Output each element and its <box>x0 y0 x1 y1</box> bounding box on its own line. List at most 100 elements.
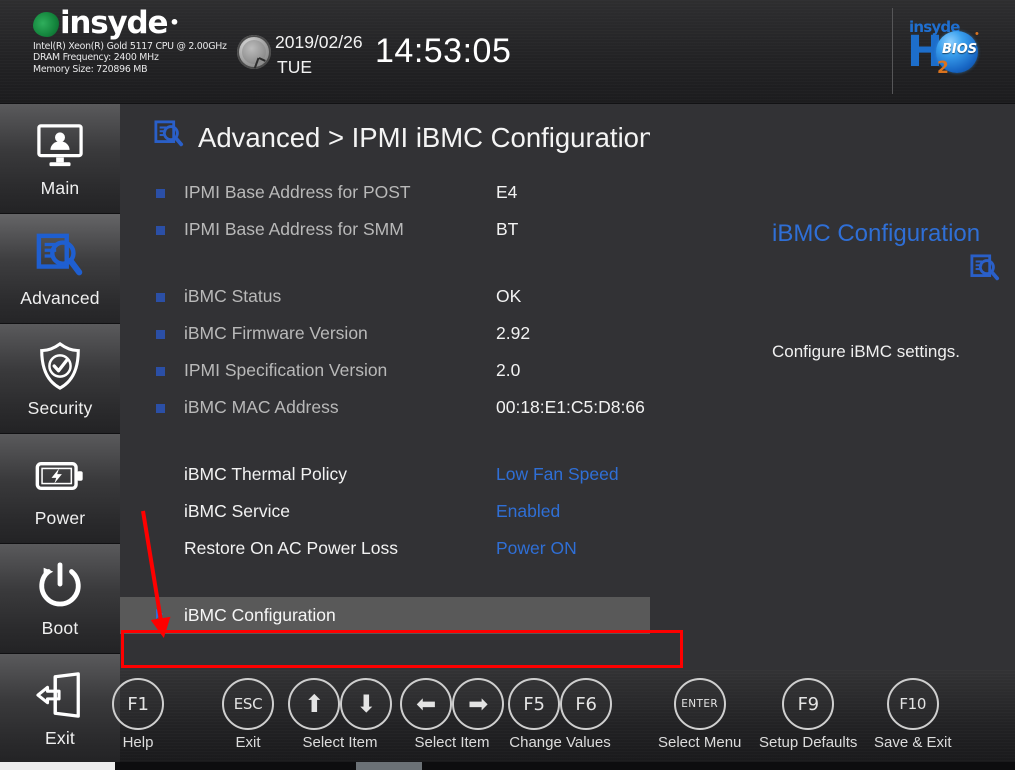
help-description: Configure iBMC settings. <box>772 342 961 361</box>
fkey-group-select-menu[interactable]: ENTER Select Menu <box>658 678 741 751</box>
clock-hour-hand <box>258 57 266 62</box>
function-key-circle[interactable]: ⬆ <box>288 678 340 730</box>
row-label: iBMC Service <box>184 501 290 521</box>
bios-setup-screen: insyde • Intel(R) Xeon(R) Gold 5117 CPU @… <box>0 0 1015 770</box>
bullet-icon <box>156 226 165 235</box>
function-key-circle[interactable]: F1 <box>112 678 164 730</box>
h2o-bios-text: BIOS <box>942 42 978 57</box>
help-panel: iBMC Configuration Configure iBMC settin… <box>650 104 1015 670</box>
key-label: F5 <box>523 693 545 715</box>
function-key-circle[interactable]: ➡ <box>452 678 504 730</box>
bullet-icon <box>156 367 165 376</box>
row-label: iBMC Configuration <box>184 605 336 625</box>
fkey-group-select-item[interactable]: ⬆ ⬇ Select Item <box>288 678 392 751</box>
document-search-icon <box>970 254 1000 289</box>
fkey-keys: ⬅ ➡ <box>400 678 504 730</box>
row-label: iBMC Thermal Policy <box>184 464 348 484</box>
arrow-key-glyph: ⬅ <box>416 690 436 718</box>
function-key-circle[interactable]: F6 <box>560 678 612 730</box>
sidebar-item-boot[interactable]: Boot <box>0 544 120 654</box>
monitor-user-icon <box>0 120 120 172</box>
clock-icon <box>237 35 271 69</box>
sidebar-item-label: Advanced <box>20 288 100 308</box>
document-search-icon <box>154 120 184 155</box>
row-value: 2.92 <box>496 323 531 343</box>
sidebar-item-security[interactable]: Security <box>0 324 120 434</box>
fkey-group-exit[interactable]: ESC Exit <box>222 678 274 751</box>
bullet-icon <box>156 404 165 413</box>
fkey-group-select-item[interactable]: ⬅ ➡ Select Item <box>400 678 504 751</box>
sidebar-item-label: Power <box>34 508 86 528</box>
fkey-group-save-exit[interactable]: F10 Save & Exit <box>874 678 952 751</box>
fkey-keys: ⬆ ⬇ <box>288 678 392 730</box>
row-value: BT <box>496 219 519 239</box>
fkey-group-help[interactable]: F1 Help <box>112 678 164 751</box>
system-time: 14:53:05 <box>375 32 512 70</box>
insyde-brand-logo: insyde • Intel(R) Xeon(R) Gold 5117 CPU @… <box>33 7 263 75</box>
system-date: 2019/02/26 <box>275 32 363 52</box>
sidebar-menu: Main Advanced Security Power Boot Exit <box>0 104 120 770</box>
function-key-circle[interactable]: F5 <box>508 678 560 730</box>
sidebar-item-label: Exit <box>45 728 75 748</box>
function-key-circle[interactable]: F10 <box>886 678 939 730</box>
insyde-h2o-bios-logo: insyde H BIOS 2 • <box>892 8 997 94</box>
fkey-group-change-values[interactable]: F5 F6 Change Values <box>508 678 612 751</box>
battery-bolt-icon <box>0 450 120 502</box>
clock-face <box>242 40 266 69</box>
chevron-right-icon <box>156 609 163 619</box>
help-title: iBMC Configuration <box>772 220 981 247</box>
arrow-key-glyph: ⬇ <box>356 690 376 718</box>
row-value: 00:18:E1:C5:D8:66 <box>496 397 645 417</box>
breadcrumb-text: Advanced > IPMI iBMC Configuration <box>198 121 655 153</box>
row-label: iBMC MAC Address <box>184 397 339 417</box>
row-label: Restore On AC Power Loss <box>184 538 398 558</box>
fkey-label: Save & Exit <box>874 734 952 751</box>
datetime-group: 2019/02/26 TUE 14:53:05 <box>237 30 617 85</box>
row-value: E4 <box>496 182 518 202</box>
fkey-keys: F1 <box>112 678 164 730</box>
fkey-keys: ESC <box>222 678 274 730</box>
function-key-circle[interactable]: ⬇ <box>340 678 392 730</box>
bottom-strip-left <box>0 762 115 770</box>
fkey-label: Help <box>122 734 154 751</box>
bullet-icon <box>156 293 165 302</box>
key-label: ESC <box>233 695 263 713</box>
system-info-text: Intel(R) Xeon(R) Gold 5117 CPU @ 2.00GHz… <box>33 41 227 75</box>
function-key-circle[interactable]: ESC <box>222 678 274 730</box>
sidebar-item-main[interactable]: Main <box>0 104 120 214</box>
fkey-label: Select Item <box>414 734 490 751</box>
h2o-trademark-dot: • <box>975 28 979 40</box>
clock-minute-hand <box>254 57 260 69</box>
fkey-group-setup-defaults[interactable]: F9 Setup Defaults <box>759 678 857 751</box>
function-key-circle[interactable]: ⬅ <box>400 678 452 730</box>
row-value[interactable]: Enabled <box>496 501 560 522</box>
bullet-icon <box>156 189 165 198</box>
key-label: F10 <box>899 695 927 713</box>
arrow-key-glyph: ⬆ <box>304 690 324 718</box>
submenu-row[interactable]: iBMC Configuration <box>120 597 740 634</box>
bottom-scrollbar-thumb[interactable] <box>356 762 422 770</box>
sidebar-item-power[interactable]: Power <box>0 434 120 544</box>
fkey-keys: F10 <box>886 678 939 730</box>
function-key-bar: F1 Help ESC Exit ⬆ ⬇ Select Item ⬅ ➡ Select Item F… <box>112 670 1015 762</box>
row-label: iBMC Status <box>184 286 282 306</box>
row-value: OK <box>496 286 522 306</box>
breadcrumb: Advanced > IPMI iBMC Configuration <box>154 120 654 155</box>
row-value[interactable]: Power ON <box>496 538 577 559</box>
insyde-brand-text: insyde <box>60 5 169 41</box>
key-label: F9 <box>797 693 820 715</box>
row-value[interactable]: Low Fan Speed <box>496 464 619 485</box>
window-bottom-strip <box>0 762 1015 770</box>
fkey-label: Select Menu <box>658 734 742 751</box>
fkey-label: Exit <box>235 734 261 751</box>
power-restart-icon <box>0 560 120 612</box>
sidebar-item-exit[interactable]: Exit <box>0 654 120 764</box>
sidebar-item-label: Main <box>40 178 80 198</box>
fkey-label: Select Item <box>302 734 378 751</box>
fkey-keys: F9 <box>782 678 835 730</box>
function-key-circle[interactable]: ENTER <box>673 678 726 730</box>
sidebar-item-advanced[interactable]: Advanced <box>0 214 120 324</box>
exit-door-icon <box>0 670 120 722</box>
h2o-subscript-2: 2 <box>937 58 949 78</box>
function-key-circle[interactable]: F9 <box>782 678 835 730</box>
